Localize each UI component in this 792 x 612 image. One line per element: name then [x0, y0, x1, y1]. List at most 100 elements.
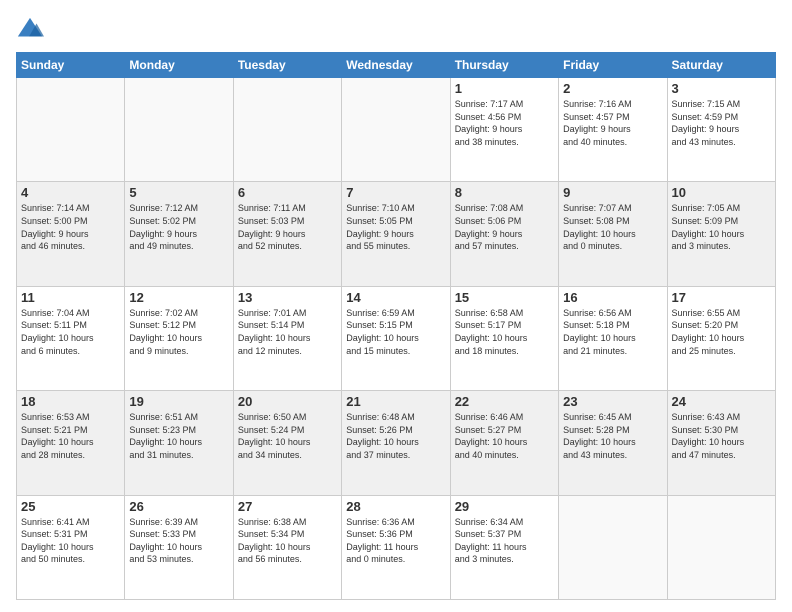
day-info: Sunrise: 7:11 AM Sunset: 5:03 PM Dayligh… [238, 202, 337, 252]
calendar-week-row: 25 Sunrise: 6:41 AM Sunset: 5:31 PM Dayli… [17, 495, 776, 599]
calendar-cell: 5 Sunrise: 7:12 AM Sunset: 5:02 PM Daylig… [125, 182, 233, 286]
calendar-week-row: 1 Sunrise: 7:17 AM Sunset: 4:56 PM Daylig… [17, 78, 776, 182]
calendar-cell: 12 Sunrise: 7:02 AM Sunset: 5:12 PM Dayli… [125, 286, 233, 390]
calendar-cell: 8 Sunrise: 7:08 AM Sunset: 5:06 PM Daylig… [450, 182, 558, 286]
day-info: Sunrise: 6:51 AM Sunset: 5:23 PM Dayligh… [129, 411, 228, 461]
calendar-cell: 27Sunrise: 6:38 AM Sunset: 5:34 PM Dayli… [233, 495, 341, 599]
calendar-cell: 17 Sunrise: 6:55 AM Sunset: 5:20 PM Dayli… [667, 286, 775, 390]
day-info: Sunrise: 6:39 AM Sunset: 5:33 PM Dayligh… [129, 516, 228, 566]
day-info: Sunrise: 7:12 AM Sunset: 5:02 PM Dayligh… [129, 202, 228, 252]
calendar-cell: 20 Sunrise: 6:50 AM Sunset: 5:24 PM Dayli… [233, 391, 341, 495]
day-number: 26 [129, 499, 228, 514]
calendar-cell [342, 78, 450, 182]
day-number: 5 [129, 185, 228, 200]
day-number: 23 [563, 394, 662, 409]
day-info: Sunrise: 6:36 AM Sunset: 5:36 PM Dayligh… [346, 516, 445, 566]
calendar-cell: 6 Sunrise: 7:11 AM Sunset: 5:03 PM Daylig… [233, 182, 341, 286]
day-number: 22 [455, 394, 554, 409]
day-number: 11 [21, 290, 120, 305]
weekday-header-monday: Monday [125, 53, 233, 78]
day-info: Sunrise: 6:43 AM Sunset: 5:30 PM Dayligh… [672, 411, 771, 461]
top-section [16, 12, 776, 44]
day-number: 28 [346, 499, 445, 514]
calendar-cell: 13 Sunrise: 7:01 AM Sunset: 5:14 PM Dayli… [233, 286, 341, 390]
weekday-header-thursday: Thursday [450, 53, 558, 78]
day-info: Sunrise: 7:15 AM Sunset: 4:59 PM Dayligh… [672, 98, 771, 148]
day-info: Sunrise: 6:45 AM Sunset: 5:28 PM Dayligh… [563, 411, 662, 461]
calendar-cell [17, 78, 125, 182]
calendar-cell: 19Sunrise: 6:51 AM Sunset: 5:23 PM Dayli… [125, 391, 233, 495]
calendar-page: SundayMondayTuesdayWednesdayThursdayFrid… [0, 0, 792, 612]
calendar-week-row: 4 Sunrise: 7:14 AM Sunset: 5:00 PM Daylig… [17, 182, 776, 286]
day-info: Sunrise: 7:04 AM Sunset: 5:11 PM Dayligh… [21, 307, 120, 357]
day-info: Sunrise: 6:46 AM Sunset: 5:27 PM Dayligh… [455, 411, 554, 461]
calendar-cell: 28 Sunrise: 6:36 AM Sunset: 5:36 PM Dayli… [342, 495, 450, 599]
weekday-header-saturday: Saturday [667, 53, 775, 78]
calendar-week-row: 18 Sunrise: 6:53 AM Sunset: 5:21 PM Dayli… [17, 391, 776, 495]
calendar-cell: 25 Sunrise: 6:41 AM Sunset: 5:31 PM Dayli… [17, 495, 125, 599]
logo [16, 16, 48, 44]
day-number: 27 [238, 499, 337, 514]
calendar-cell: 24 Sunrise: 6:43 AM Sunset: 5:30 PM Dayli… [667, 391, 775, 495]
day-info: Sunrise: 7:10 AM Sunset: 5:05 PM Dayligh… [346, 202, 445, 252]
calendar-cell: 10Sunrise: 7:05 AM Sunset: 5:09 PM Dayli… [667, 182, 775, 286]
day-info: Sunrise: 6:53 AM Sunset: 5:21 PM Dayligh… [21, 411, 120, 461]
day-number: 14 [346, 290, 445, 305]
day-info: Sunrise: 7:17 AM Sunset: 4:56 PM Dayligh… [455, 98, 554, 148]
day-number: 12 [129, 290, 228, 305]
calendar-cell: 11 Sunrise: 7:04 AM Sunset: 5:11 PM Dayli… [17, 286, 125, 390]
calendar-cell: 7 Sunrise: 7:10 AM Sunset: 5:05 PM Daylig… [342, 182, 450, 286]
day-info: Sunrise: 6:56 AM Sunset: 5:18 PM Dayligh… [563, 307, 662, 357]
day-info: Sunrise: 7:08 AM Sunset: 5:06 PM Dayligh… [455, 202, 554, 252]
weekday-header-sunday: Sunday [17, 53, 125, 78]
day-info: Sunrise: 7:02 AM Sunset: 5:12 PM Dayligh… [129, 307, 228, 357]
day-info: Sunrise: 6:41 AM Sunset: 5:31 PM Dayligh… [21, 516, 120, 566]
calendar-cell [125, 78, 233, 182]
logo-icon [16, 16, 44, 44]
calendar-cell: 3Sunrise: 7:15 AM Sunset: 4:59 PM Daylig… [667, 78, 775, 182]
day-info: Sunrise: 6:59 AM Sunset: 5:15 PM Dayligh… [346, 307, 445, 357]
day-number: 24 [672, 394, 771, 409]
weekday-header-row: SundayMondayTuesdayWednesdayThursdayFrid… [17, 53, 776, 78]
calendar-cell: 15 Sunrise: 6:58 AM Sunset: 5:17 PM Dayli… [450, 286, 558, 390]
day-number: 21 [346, 394, 445, 409]
day-number: 18 [21, 394, 120, 409]
day-info: Sunrise: 6:55 AM Sunset: 5:20 PM Dayligh… [672, 307, 771, 357]
calendar-cell: 22 Sunrise: 6:46 AM Sunset: 5:27 PM Dayli… [450, 391, 558, 495]
day-info: Sunrise: 6:58 AM Sunset: 5:17 PM Dayligh… [455, 307, 554, 357]
calendar-week-row: 11 Sunrise: 7:04 AM Sunset: 5:11 PM Dayli… [17, 286, 776, 390]
calendar-table: SundayMondayTuesdayWednesdayThursdayFrid… [16, 52, 776, 600]
day-number: 15 [455, 290, 554, 305]
day-number: 6 [238, 185, 337, 200]
day-info: Sunrise: 7:01 AM Sunset: 5:14 PM Dayligh… [238, 307, 337, 357]
calendar-cell: 9Sunrise: 7:07 AM Sunset: 5:08 PM Daylig… [559, 182, 667, 286]
day-info: Sunrise: 7:16 AM Sunset: 4:57 PM Dayligh… [563, 98, 662, 148]
day-number: 1 [455, 81, 554, 96]
day-number: 2 [563, 81, 662, 96]
day-info: Sunrise: 6:50 AM Sunset: 5:24 PM Dayligh… [238, 411, 337, 461]
calendar-cell [667, 495, 775, 599]
calendar-cell: 14 Sunrise: 6:59 AM Sunset: 5:15 PM Dayli… [342, 286, 450, 390]
calendar-cell: 29 Sunrise: 6:34 AM Sunset: 5:37 PM Dayli… [450, 495, 558, 599]
day-number: 17 [672, 290, 771, 305]
day-number: 29 [455, 499, 554, 514]
day-number: 20 [238, 394, 337, 409]
day-number: 13 [238, 290, 337, 305]
calendar-cell: 21Sunrise: 6:48 AM Sunset: 5:26 PM Dayli… [342, 391, 450, 495]
day-number: 7 [346, 185, 445, 200]
calendar-cell: 2 Sunrise: 7:16 AM Sunset: 4:57 PM Daylig… [559, 78, 667, 182]
day-number: 4 [21, 185, 120, 200]
day-number: 25 [21, 499, 120, 514]
calendar-cell: 18 Sunrise: 6:53 AM Sunset: 5:21 PM Dayli… [17, 391, 125, 495]
day-number: 16 [563, 290, 662, 305]
weekday-header-friday: Friday [559, 53, 667, 78]
day-number: 8 [455, 185, 554, 200]
day-info: Sunrise: 6:34 AM Sunset: 5:37 PM Dayligh… [455, 516, 554, 566]
day-info: Sunrise: 7:05 AM Sunset: 5:09 PM Dayligh… [672, 202, 771, 252]
calendar-cell [233, 78, 341, 182]
weekday-header-tuesday: Tuesday [233, 53, 341, 78]
calendar-cell: 26 Sunrise: 6:39 AM Sunset: 5:33 PM Dayli… [125, 495, 233, 599]
day-info: Sunrise: 7:14 AM Sunset: 5:00 PM Dayligh… [21, 202, 120, 252]
calendar-cell: 4 Sunrise: 7:14 AM Sunset: 5:00 PM Daylig… [17, 182, 125, 286]
calendar-cell: 1 Sunrise: 7:17 AM Sunset: 4:56 PM Daylig… [450, 78, 558, 182]
